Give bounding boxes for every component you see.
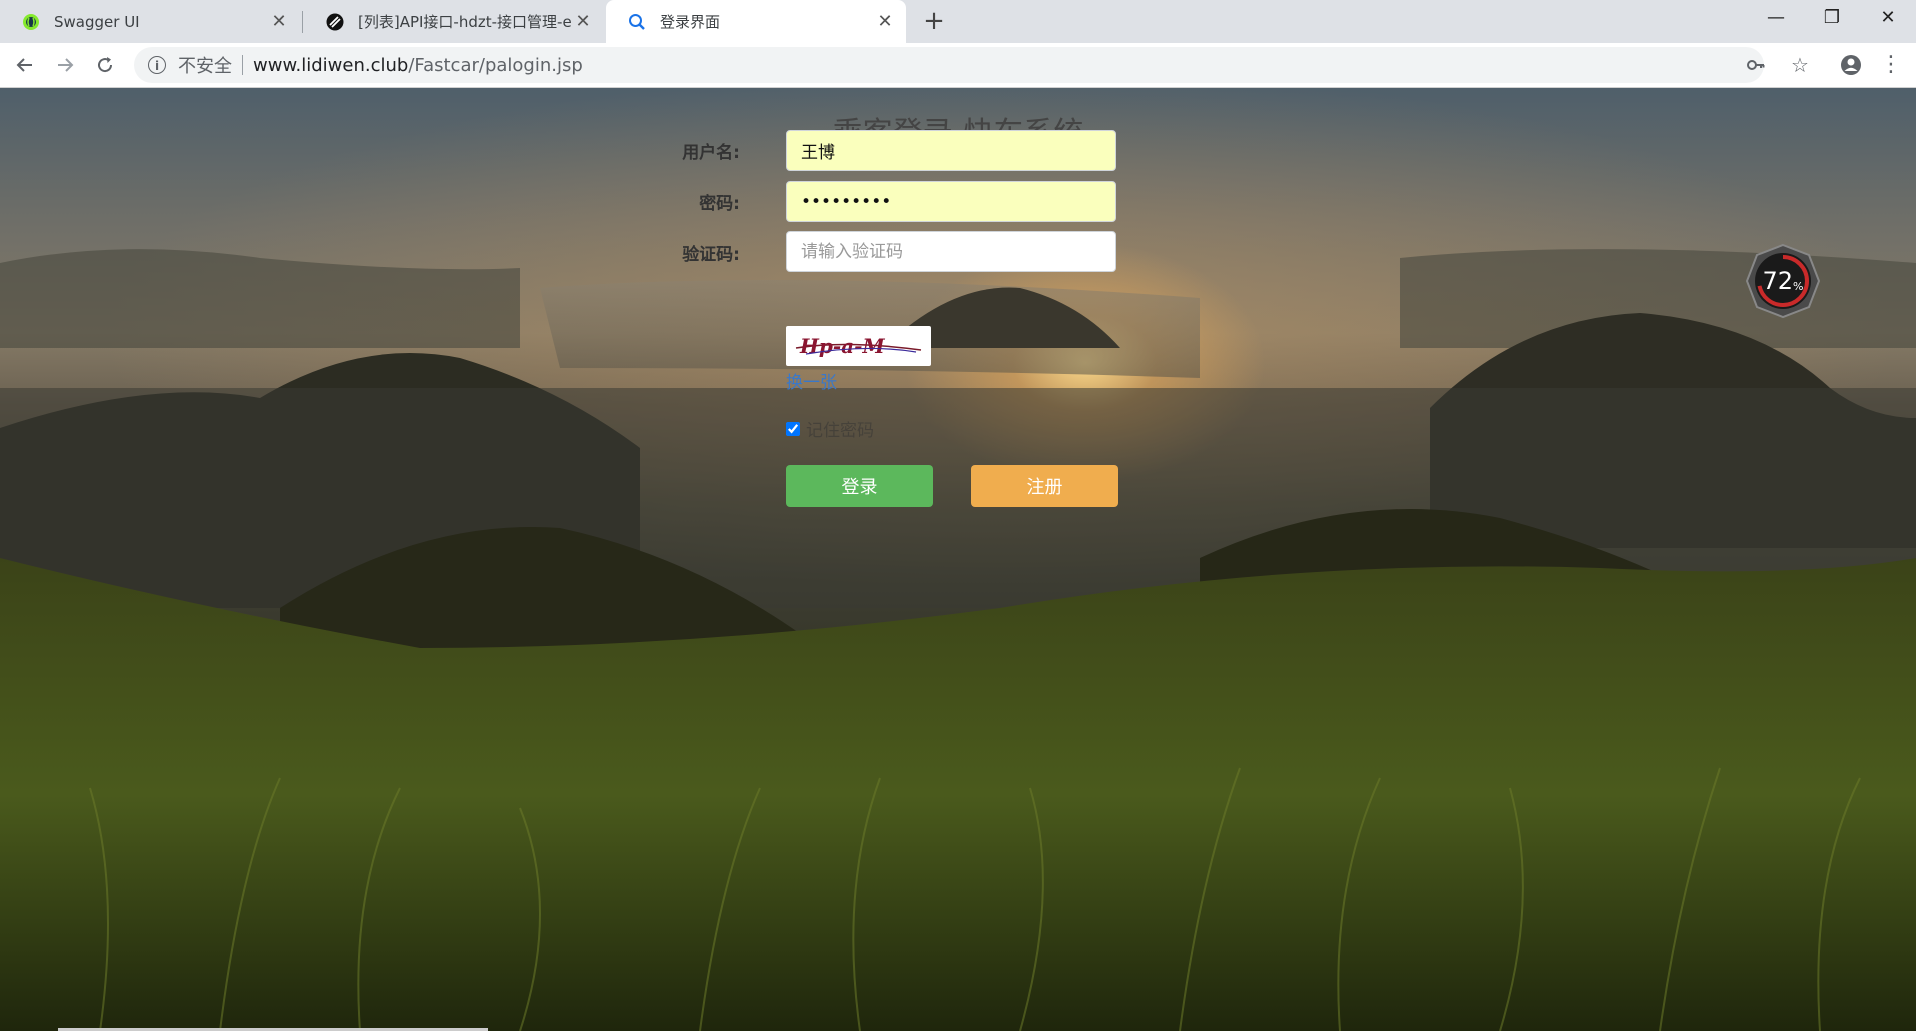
restore-button[interactable]: ❐	[1804, 0, 1860, 36]
info-icon[interactable]: i	[148, 56, 166, 74]
landscape-background	[0, 249, 1916, 1031]
close-window-button[interactable]: ✕	[1860, 0, 1916, 36]
remember-password[interactable]: 记住密码	[786, 416, 874, 441]
back-button[interactable]	[10, 50, 40, 80]
tab-title: [列表]API接口-hdzt-接口管理-e	[358, 13, 572, 31]
search-icon	[629, 13, 645, 30]
minimize-button[interactable]: —	[1748, 0, 1804, 36]
close-tab-icon[interactable]: ✕	[270, 11, 288, 32]
forward-button[interactable]	[50, 50, 80, 80]
url-path: /Fastcar/palogin.jsp	[408, 54, 583, 76]
captcha-label: 验证码:	[682, 245, 740, 265]
arrow-left-icon	[16, 58, 32, 72]
api-icon	[326, 13, 344, 30]
gauge-readout: 72%	[1745, 243, 1821, 319]
reload-button[interactable]	[90, 50, 120, 80]
key-icon[interactable]	[1742, 51, 1770, 79]
browser-toolbar: i 不安全 www.lidiwen.club/Fastcar/palogin.j…	[0, 43, 1916, 88]
remember-checkbox[interactable]	[786, 421, 800, 436]
captcha-text: Hp-a-M	[799, 334, 885, 358]
swagger-icon	[23, 13, 39, 30]
new-tab-button[interactable]: +	[921, 8, 947, 34]
tab-swagger-ui[interactable]: Swagger UI ✕	[0, 0, 300, 43]
tab-login-page[interactable]: 登录界面 ✕	[606, 0, 906, 43]
security-label: 不安全	[178, 56, 232, 77]
tab-separator	[302, 11, 303, 33]
address-bar[interactable]: i 不安全 www.lidiwen.club/Fastcar/palogin.j…	[134, 47, 1764, 83]
close-tab-icon[interactable]: ✕	[574, 11, 592, 32]
username-input[interactable]	[786, 130, 1116, 171]
register-button[interactable]: 注册	[971, 465, 1118, 507]
url-host: www.lidiwen.club	[253, 54, 409, 76]
captcha-input[interactable]	[786, 231, 1116, 272]
gauge-unit: %	[1793, 279, 1804, 293]
tab-title: Swagger UI	[54, 12, 140, 31]
close-tab-icon[interactable]: ✕	[876, 11, 894, 32]
tab-title: 登录界面	[660, 13, 721, 31]
login-button[interactable]: 登录	[786, 465, 933, 507]
reload-icon	[98, 57, 113, 73]
login-page: 乘客登录-快车系统 用户名: 密码: 验证码: Hp-a-M 换一张 记住密码 …	[0, 88, 1916, 1031]
captcha-image[interactable]: Hp-a-M	[786, 326, 931, 366]
arrow-right-icon	[58, 58, 74, 72]
tab-api-list[interactable]: [列表]API接口-hdzt-接口管理-e ✕	[304, 0, 604, 43]
browser-tab-bar: Swagger UI ✕ [列表]API接口-hdzt-接口管理-e ✕ 登录界…	[0, 0, 1916, 43]
remember-label: 记住密码	[806, 421, 874, 441]
profile-icon[interactable]	[1837, 51, 1865, 79]
password-label: 密码:	[699, 194, 740, 214]
gauge-value: 72	[1762, 267, 1794, 295]
divider	[242, 55, 243, 75]
username-label: 用户名:	[682, 143, 740, 163]
star-icon[interactable]: ☆	[1786, 51, 1814, 79]
captcha-graphic: Hp-a-M	[795, 334, 922, 358]
refresh-captcha-link[interactable]: 换一张	[786, 368, 837, 393]
password-input[interactable]	[786, 181, 1116, 222]
menu-icon[interactable]: ⋮	[1877, 51, 1905, 79]
